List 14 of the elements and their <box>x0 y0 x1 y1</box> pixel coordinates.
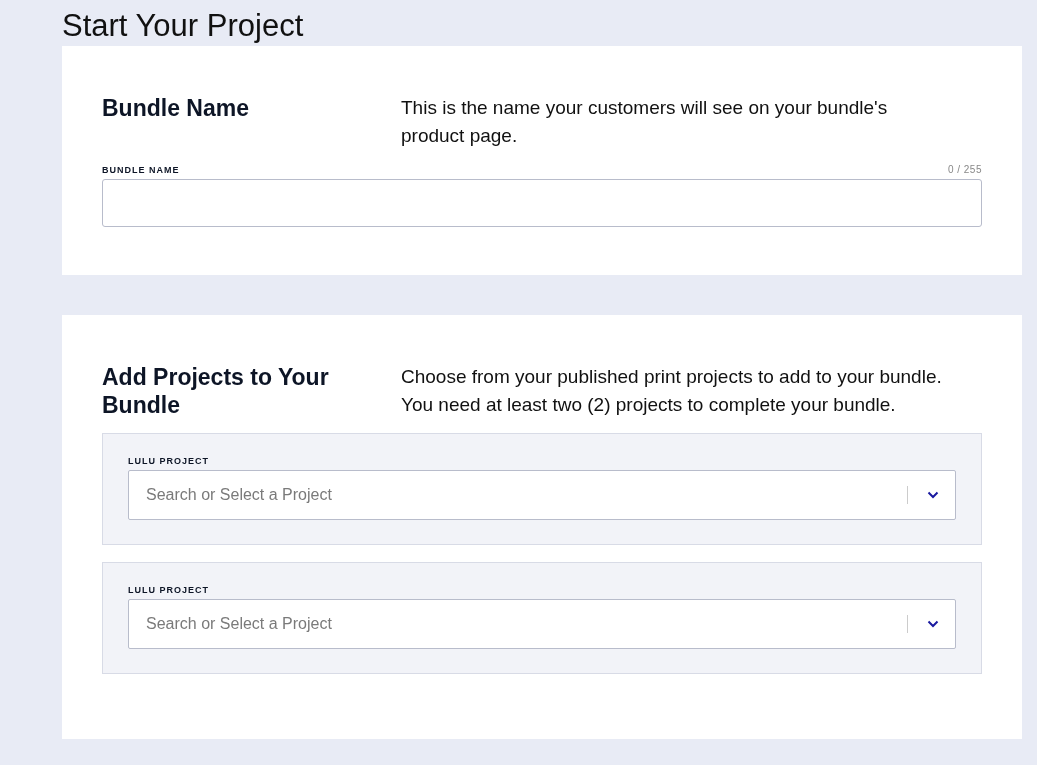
chevron-down-icon <box>927 491 939 499</box>
field-label: BUNDLE NAME <box>102 165 180 175</box>
character-counter: 0 / 255 <box>947 164 982 175</box>
bundle-name-input[interactable] <box>102 179 982 227</box>
project-select[interactable]: Search or Select a Project <box>128 599 956 649</box>
page-title: Start Your Project <box>62 7 305 45</box>
field-label: LULU PROJECT <box>128 585 209 595</box>
project-select[interactable]: Search or Select a Project <box>128 470 956 520</box>
section-description: This is the name your customers will see on your bundle's product page. <box>401 96 889 148</box>
section-heading: Add Projects to Your Bundle <box>102 363 330 419</box>
section-heading: Bundle Name <box>102 94 250 123</box>
field-label: LULU PROJECT <box>128 456 209 466</box>
chevron-down-icon <box>927 620 939 628</box>
section-description: Choose from your published print projects to add to your bundle. You need at least two (2) projects to complete your bundle. <box>401 365 943 417</box>
